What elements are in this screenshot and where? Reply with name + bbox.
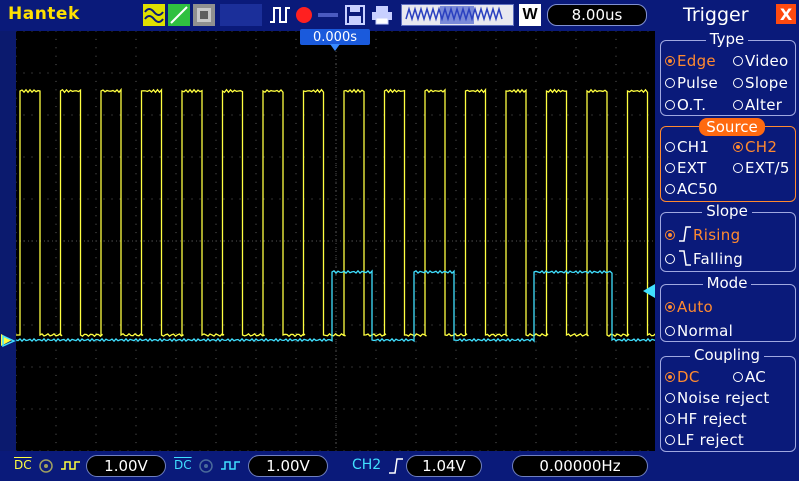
ch2-bw-icon[interactable]: [198, 458, 216, 474]
ch1-volts-display[interactable]: 1.00V: [86, 455, 166, 477]
waveform-traces: [16, 87, 656, 343]
type-option-edge[interactable]: Edge: [665, 52, 716, 70]
print-icon[interactable]: [370, 4, 394, 30]
display-mode-icons: [143, 4, 215, 26]
ch1-invert-icon[interactable]: [60, 459, 82, 473]
coupling-option-noise-reject[interactable]: Noise reject: [665, 389, 770, 407]
coupling-label: Coupling: [655, 346, 799, 364]
source-label: Source: [699, 118, 765, 136]
ch-ground-marker[interactable]: [0, 330, 16, 350]
mode-option-normal[interactable]: Normal: [665, 322, 733, 340]
ch2-coupling-label[interactable]: DC: [174, 458, 192, 472]
radio-icon: [665, 435, 675, 445]
waveform-overview[interactable]: [401, 4, 514, 26]
status-bar: DC 1.00V DC 1.00V CH2 1.04V 0.00000Hz: [0, 451, 655, 481]
falling-edge-icon: [679, 250, 691, 266]
ch2-volts-display[interactable]: 1.00V: [248, 455, 328, 477]
panel-title: Trigger: [683, 4, 749, 26]
ch1-bw-icon[interactable]: [38, 458, 56, 474]
ch1-coupling-label[interactable]: DC: [14, 458, 32, 472]
wave-button[interactable]: W: [519, 4, 541, 26]
source-option-ext5[interactable]: EXT/5: [733, 159, 790, 177]
radio-icon: [665, 302, 675, 312]
slope-label: Slope: [655, 202, 799, 220]
radio-icon: [665, 414, 675, 424]
persist-mode-icon[interactable]: [193, 4, 215, 26]
type-option-video[interactable]: Video: [733, 52, 789, 70]
coupling-option-hf-reject[interactable]: HF reject: [665, 410, 747, 428]
run-stop-icon[interactable]: [268, 4, 292, 30]
radio-icon: [733, 100, 743, 110]
radio-icon: [733, 372, 743, 382]
panel-header: Trigger X: [655, 0, 799, 30]
separator-icon: [318, 13, 338, 17]
trigger-panel: Trigger X Type Edge Video Pulse Slope O.…: [655, 0, 799, 481]
trigger-level-marker[interactable]: [640, 283, 656, 299]
coupling-option-ac[interactable]: AC: [733, 368, 766, 386]
mode-label: Mode: [655, 274, 799, 292]
trigger-position-marker[interactable]: [330, 44, 340, 51]
ch2-trace: [16, 269, 656, 343]
type-option-alter[interactable]: Alter: [733, 96, 782, 114]
radio-icon: [665, 56, 675, 66]
radio-icon: [733, 56, 743, 66]
scope-screen[interactable]: [16, 31, 656, 451]
slope-option-falling[interactable]: Falling: [665, 250, 743, 268]
source-option-ch2[interactable]: CH2: [733, 138, 777, 156]
close-button[interactable]: X: [776, 4, 796, 24]
slope-option-rising[interactable]: Rising: [665, 226, 740, 244]
source-option-ext[interactable]: EXT: [665, 159, 707, 177]
trigger-channel-label: CH2: [352, 457, 382, 473]
ch2-invert-icon[interactable]: [220, 459, 242, 473]
radio-icon: [665, 254, 675, 264]
wave-mode-icon[interactable]: [143, 4, 165, 26]
source-option-ch1[interactable]: CH1: [665, 138, 709, 156]
radio-icon: [665, 184, 675, 194]
type-option-slope[interactable]: Slope: [733, 74, 788, 92]
radio-icon: [665, 393, 675, 403]
toolbar: Hantek W 8.00us: [0, 0, 655, 31]
rising-edge-icon: [389, 458, 403, 474]
radio-icon: [665, 142, 675, 152]
radio-icon: [665, 230, 675, 240]
brand-logo: Hantek: [8, 4, 80, 24]
ch1-trace: [16, 87, 656, 338]
radio-icon: [665, 78, 675, 88]
source-option-ac50[interactable]: AC50: [665, 180, 718, 198]
radio-icon: [733, 142, 743, 152]
frequency-display: 0.00000Hz: [512, 455, 648, 477]
type-option-pulse[interactable]: Pulse: [665, 74, 718, 92]
radio-icon: [733, 78, 743, 88]
mode-option-auto[interactable]: Auto: [665, 298, 713, 316]
radio-icon: [733, 163, 743, 173]
status-field: [220, 4, 262, 26]
radio-icon: [665, 372, 675, 382]
type-label: Type: [655, 30, 799, 48]
radio-icon: [665, 163, 675, 173]
xy-mode-icon[interactable]: [168, 4, 190, 26]
trigger-offset-label[interactable]: 0.000s: [300, 29, 370, 45]
coupling-option-lf-reject[interactable]: LF reject: [665, 431, 744, 449]
radio-icon: [665, 326, 675, 336]
trigger-level-display[interactable]: 1.04V: [406, 455, 482, 477]
coupling-option-dc[interactable]: DC: [665, 368, 700, 386]
timebase-display[interactable]: 8.00us: [547, 4, 647, 26]
save-icon[interactable]: [344, 4, 366, 30]
radio-icon: [665, 100, 675, 110]
type-option-ot[interactable]: O.T.: [665, 96, 706, 114]
rising-edge-icon: [679, 226, 691, 242]
record-icon[interactable]: [296, 7, 312, 23]
